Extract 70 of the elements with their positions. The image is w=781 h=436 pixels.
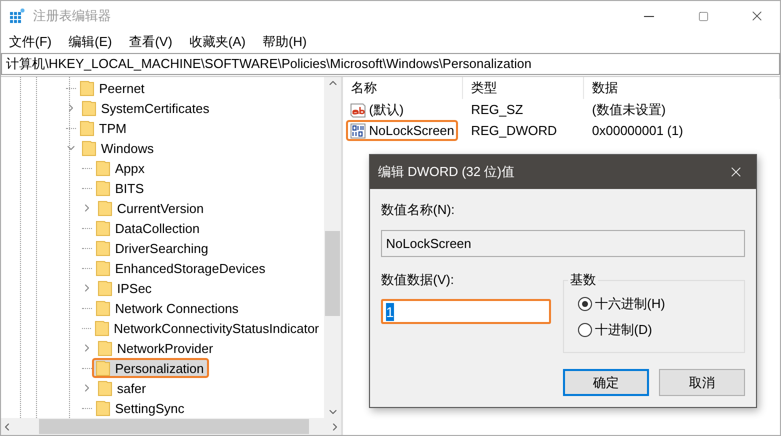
field-label: 数值数据(V): — [381, 272, 454, 287]
tree-item[interactable]: NetworkConnectivityStatusIndicator — [90, 318, 324, 338]
folder-icon — [96, 220, 110, 236]
folder-icon — [98, 280, 112, 296]
tree-item[interactable]: EnhancedStorageDevices — [92, 258, 270, 278]
tree-item[interactable]: safer — [94, 378, 151, 398]
radio-button[interactable] — [578, 323, 592, 337]
tree-item[interactable]: DataCollection — [92, 218, 205, 238]
tree-item[interactable]: TPM — [76, 118, 132, 138]
column-header[interactable]: 类型 — [463, 77, 584, 99]
window-title: 注册表编辑器 — [33, 7, 112, 25]
tree-item[interactable]: CurrentVersion — [94, 198, 209, 218]
radio-label[interactable]: 十六进制(H) — [595, 295, 666, 313]
tree-item[interactable]: Personalization — [92, 358, 209, 378]
value-type: REG_SZ — [470, 102, 524, 117]
folder-icon — [80, 80, 94, 96]
tree-item[interactable]: NetworkProvider — [94, 338, 218, 358]
folder-icon — [96, 160, 110, 176]
value-data: 0x00000001 (1) — [591, 123, 684, 138]
menu-item[interactable]: 收藏夹(A) — [183, 33, 252, 51]
folder-icon — [82, 140, 96, 156]
value-name[interactable]: (默认) — [346, 99, 408, 120]
folder-icon — [96, 400, 110, 416]
binary-value-icon — [350, 122, 366, 138]
column-header[interactable]: 数据 — [584, 77, 780, 99]
cancel-button[interactable]: 取消 — [659, 369, 745, 396]
horizontal-scrollbar[interactable] — [1, 418, 341, 435]
menu-item[interactable]: 编辑(E) — [62, 33, 118, 51]
tree-item[interactable]: Windows — [78, 138, 159, 158]
dialog-title: 编辑 DWORD (32 位)值 — [378, 163, 516, 181]
tree-item[interactable]: SystemCertificates — [78, 98, 214, 118]
radio-button[interactable] — [578, 297, 592, 311]
scrollbar-thumb[interactable] — [325, 231, 340, 316]
tree-item[interactable]: DriverSearching — [92, 238, 214, 258]
address-bar[interactable]: 计算机\HKEY_LOCAL_MACHINE\SOFTWARE\Policies\Microsoft\Windows\Personalization — [1, 53, 780, 75]
menu-item[interactable]: 查看(V) — [122, 33, 178, 51]
folder-icon — [96, 240, 110, 256]
folder-icon — [98, 380, 112, 396]
folder-icon — [98, 200, 112, 216]
ok-button[interactable]: 确定 — [563, 369, 649, 396]
folder-icon — [94, 320, 109, 336]
menu-item[interactable]: 帮助(H) — [256, 33, 313, 51]
tree-item[interactable]: Network Connections — [92, 298, 244, 318]
tree-item[interactable]: Peernet — [76, 78, 150, 98]
menu-item[interactable]: 文件(F) — [3, 33, 58, 51]
value-name-field[interactable]: NoLockScreen — [381, 230, 745, 257]
field-label: 数值名称(N): — [381, 201, 456, 219]
vertical-scrollbar[interactable] — [324, 77, 341, 418]
folder-icon — [82, 100, 96, 116]
radio-label[interactable]: 十进制(D) — [595, 321, 652, 339]
value-data-field[interactable]: 1 — [381, 299, 551, 324]
app-icon — [9, 8, 25, 24]
value-name[interactable]: NoLockScreen — [346, 120, 458, 141]
scrollbar-thumb[interactable] — [39, 419, 309, 434]
folder-icon — [96, 300, 110, 316]
value-data: (数值未设置) — [591, 100, 667, 118]
folder-icon — [98, 340, 112, 356]
folder-icon — [80, 120, 94, 136]
group-label: 基数 — [569, 271, 597, 289]
string-value-icon — [350, 102, 366, 118]
tree-item[interactable]: SettingSync — [92, 398, 190, 418]
folder-icon — [96, 260, 110, 276]
folder-icon — [96, 360, 110, 376]
column-header[interactable]: 名称 — [343, 77, 463, 99]
folder-icon — [96, 180, 110, 196]
maximize-icon — [698, 10, 708, 22]
tree-item[interactable]: BITS — [92, 178, 149, 198]
tree-item[interactable]: Appx — [92, 158, 150, 178]
value-type: REG_DWORD — [470, 123, 558, 138]
tree-item[interactable]: IPSec — [94, 278, 157, 298]
